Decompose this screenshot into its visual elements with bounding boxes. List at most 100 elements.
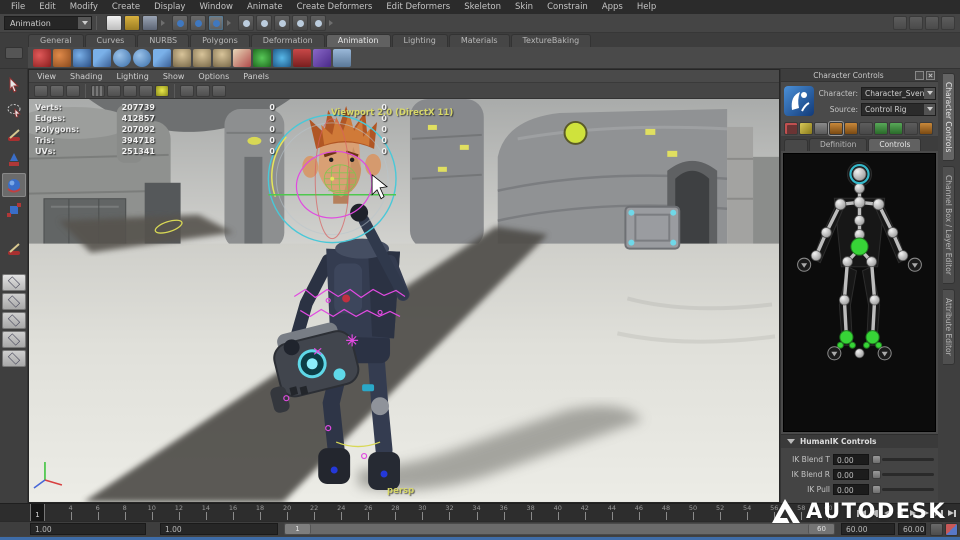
animation-end-input[interactable]: 60.00 bbox=[898, 523, 926, 535]
edit-character-icon[interactable] bbox=[799, 121, 813, 135]
timeline-frame[interactable]: 30 bbox=[409, 504, 436, 521]
panel-menu-item[interactable]: Options bbox=[198, 72, 229, 81]
shelf-tab[interactable]: Animation bbox=[325, 34, 391, 47]
playblast-icon[interactable] bbox=[313, 48, 331, 67]
menu-item[interactable]: Window bbox=[192, 0, 240, 14]
turntable-icon[interactable] bbox=[293, 48, 311, 67]
timeline-frame[interactable]: 34 bbox=[463, 504, 490, 521]
motion-path-icon[interactable] bbox=[273, 48, 291, 67]
sidebar-tab[interactable]: Character Controls bbox=[943, 73, 955, 162]
timeline-frame[interactable]: 48 bbox=[652, 504, 679, 521]
joint-tool-icon[interactable] bbox=[113, 48, 131, 67]
selection-mode-icon[interactable] bbox=[859, 121, 873, 135]
set-driven-key-icon[interactable] bbox=[53, 48, 71, 67]
viewport-renderer-icon[interactable] bbox=[925, 16, 939, 30]
joint-chest[interactable] bbox=[853, 196, 866, 209]
shelf-tab[interactable]: Polygons bbox=[190, 34, 250, 47]
mirror-icon[interactable] bbox=[889, 121, 903, 135]
range-end-handle[interactable]: 60 bbox=[808, 524, 834, 534]
field-value-input[interactable]: 0.00 bbox=[833, 484, 869, 495]
menu-item[interactable]: Animate bbox=[240, 0, 290, 14]
shelf-tab[interactable]: General bbox=[28, 34, 84, 47]
body-diagram[interactable] bbox=[784, 154, 935, 378]
set-blend-shape-icon[interactable] bbox=[73, 48, 91, 67]
make-live-icon[interactable] bbox=[310, 15, 326, 31]
joint-left-wrist[interactable] bbox=[810, 250, 822, 262]
select-hierarchy-icon[interactable] bbox=[172, 15, 188, 31]
snap-plane-icon[interactable] bbox=[292, 15, 308, 31]
timeline-frame[interactable]: 40 bbox=[544, 504, 571, 521]
cc-tab[interactable]: Definition bbox=[809, 138, 868, 151]
motion-trail-icon[interactable] bbox=[253, 48, 271, 67]
keying-mode-icon[interactable] bbox=[784, 121, 798, 135]
xray-icon[interactable] bbox=[196, 84, 210, 97]
shelf-tab[interactable]: Lighting bbox=[391, 34, 448, 47]
highlight-selection-icon[interactable] bbox=[893, 16, 907, 30]
menu-item[interactable]: Constrain bbox=[540, 0, 595, 14]
select-tool[interactable] bbox=[2, 73, 26, 97]
timeline-frame[interactable]: 18 bbox=[247, 504, 274, 521]
timeline-frame[interactable]: 26 bbox=[355, 504, 382, 521]
set-key-icon[interactable] bbox=[33, 48, 51, 67]
scene-3d[interactable]: Verts: 207739 0 0 Edges: 412857 0 0 Poly… bbox=[29, 99, 779, 502]
joint-right-elbow[interactable] bbox=[887, 227, 899, 238]
timeline-frame[interactable]: 10 bbox=[138, 504, 165, 521]
timeline-frame[interactable]: 6 bbox=[84, 504, 111, 521]
shelf-tab[interactable]: TextureBaking bbox=[510, 34, 592, 47]
ik-handle-icon[interactable] bbox=[133, 48, 151, 67]
field-value-input[interactable]: 0.00 bbox=[833, 469, 869, 480]
snap-point-icon[interactable] bbox=[274, 15, 290, 31]
timeline-frame[interactable]: 54 bbox=[734, 504, 761, 521]
character-dropdown[interactable]: Character_Sven bbox=[861, 86, 937, 100]
sidebar-tab[interactable]: Attribute Editor bbox=[943, 289, 955, 366]
joint-reference[interactable] bbox=[854, 348, 865, 359]
joint-left-shoulder[interactable] bbox=[834, 198, 847, 211]
detach-panel-icon[interactable] bbox=[915, 70, 924, 80]
shelf-tab[interactable]: Deformation bbox=[250, 34, 325, 47]
construction-history-icon[interactable] bbox=[909, 16, 923, 30]
effector-left-ankle[interactable] bbox=[839, 330, 854, 345]
cc-tab[interactable]: Controls bbox=[868, 138, 922, 151]
lighting-toggle-icon[interactable] bbox=[155, 84, 169, 97]
wireframe-on-shaded-icon[interactable] bbox=[212, 84, 226, 97]
shelf-tab[interactable]: Curves bbox=[84, 34, 137, 47]
create-constraint-icon[interactable] bbox=[93, 48, 111, 67]
menu-item[interactable]: File bbox=[4, 0, 32, 14]
menu-item[interactable]: Apps bbox=[595, 0, 630, 14]
timeline-frame[interactable]: 50 bbox=[680, 504, 707, 521]
move-tool[interactable] bbox=[2, 148, 26, 172]
layout-two-pane-button[interactable] bbox=[1, 350, 26, 367]
timeline-frame[interactable]: 46 bbox=[625, 504, 652, 521]
timeline-frame[interactable]: 16 bbox=[219, 504, 246, 521]
menu-item[interactable]: Edit Deformers bbox=[379, 0, 457, 14]
layout-four-pane-button[interactable] bbox=[1, 293, 26, 310]
show-character-icon[interactable] bbox=[814, 121, 828, 135]
range-start-handle[interactable]: 1 bbox=[285, 524, 311, 534]
gate-mask-icon[interactable] bbox=[139, 84, 153, 97]
playback-end-input[interactable]: 60.00 bbox=[841, 523, 895, 535]
joint-right-shoulder[interactable] bbox=[872, 198, 885, 211]
range-slider-track[interactable]: 1 60 bbox=[284, 523, 835, 535]
joint-left-knee[interactable] bbox=[838, 294, 850, 306]
go-to-end-button[interactable] bbox=[946, 507, 958, 519]
pin-translate-icon[interactable] bbox=[904, 121, 918, 135]
layout-persp-outliner-button[interactable] bbox=[1, 312, 26, 329]
playback-start-input[interactable]: 1.00 bbox=[160, 523, 278, 535]
effector-hips[interactable] bbox=[850, 237, 869, 256]
current-frame-indicator[interactable]: 1 bbox=[30, 504, 45, 521]
sidebar-tab[interactable]: Channel Box / Layer Editor bbox=[943, 166, 955, 285]
menu-item[interactable]: Display bbox=[147, 0, 192, 14]
menu-item[interactable]: Create Deformers bbox=[290, 0, 380, 14]
last-tool-paint[interactable] bbox=[2, 237, 26, 261]
joint-head[interactable] bbox=[852, 167, 867, 182]
timeline-frame[interactable]: 44 bbox=[598, 504, 625, 521]
timeline-frame[interactable]: 52 bbox=[707, 504, 734, 521]
animation-preferences-icon[interactable] bbox=[945, 522, 958, 536]
save-scene-icon[interactable] bbox=[142, 15, 158, 31]
panel-menu-item[interactable]: Panels bbox=[243, 72, 269, 81]
snap-curve-icon[interactable] bbox=[256, 15, 272, 31]
joint-right-hip[interactable] bbox=[866, 256, 878, 268]
animation-start-input[interactable]: 1.00 bbox=[30, 523, 146, 535]
timeline-frame[interactable]: 20 bbox=[274, 504, 301, 521]
menu-item[interactable]: Modify bbox=[63, 0, 105, 14]
